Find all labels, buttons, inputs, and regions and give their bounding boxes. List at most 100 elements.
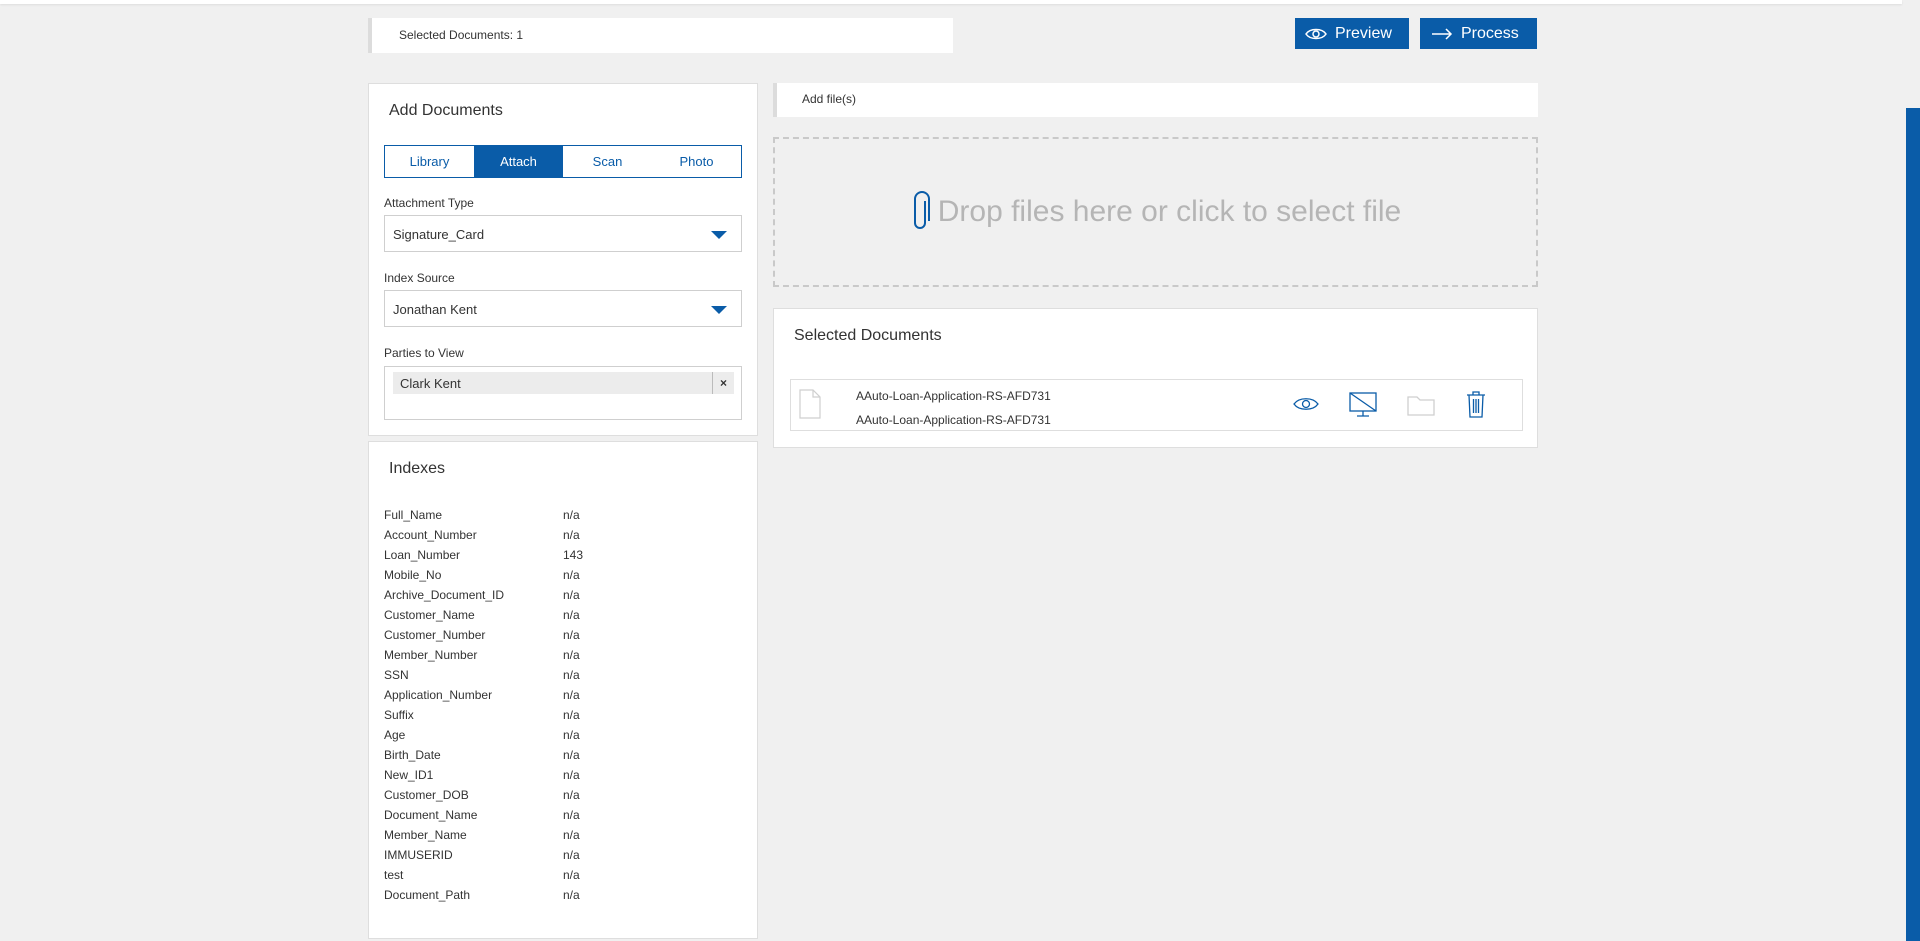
index-value: n/a: [563, 788, 580, 802]
file-icon: [799, 389, 821, 419]
add-documents-panel: Add Documents Library Attach Scan Photo …: [368, 83, 758, 436]
preview-button[interactable]: Preview: [1295, 18, 1409, 49]
source-tabs: Library Attach Scan Photo: [384, 145, 742, 178]
index-value: n/a: [563, 568, 580, 582]
index-key: Document_Path: [384, 888, 471, 902]
top-bar: [0, 0, 1902, 4]
index-key: IMMUSERID: [384, 848, 453, 862]
index-value: n/a: [563, 708, 580, 722]
indexes-panel: Indexes Full_Name n/a Account_Number n/a Loa…: [368, 441, 758, 939]
index-key: New_ID1: [384, 768, 434, 782]
file-drop-zone[interactable]: Drop files here or click to select file: [773, 137, 1538, 287]
tab-photo[interactable]: Photo: [652, 146, 741, 177]
index-source-select[interactable]: Jonathan Kent: [384, 290, 742, 327]
right-scroll-bar[interactable]: [1906, 108, 1920, 941]
index-value: n/a: [563, 808, 580, 822]
index-row: Document_Path n/a: [384, 888, 580, 904]
selected-documents-panel: Selected Documents AAuto-Loan-Applicatio…: [773, 308, 1538, 448]
index-row: Document_Name n/a: [384, 808, 580, 824]
attachment-type-label: Attachment Type: [384, 196, 474, 210]
folder-icon[interactable]: [1407, 394, 1435, 416]
eye-icon[interactable]: [1293, 396, 1319, 412]
index-row: Application_Number n/a: [384, 688, 580, 704]
chevron-down-icon: [711, 306, 727, 314]
index-key: Customer_DOB: [384, 788, 469, 802]
preview-label: Preview: [1335, 24, 1392, 42]
monitor-off-icon[interactable]: [1349, 392, 1377, 418]
index-key: test: [384, 868, 404, 882]
selected-count: Selected Documents: 1: [368, 18, 953, 53]
index-value: n/a: [563, 528, 580, 542]
attachment-type-select[interactable]: Signature_Card: [384, 215, 742, 252]
index-value: n/a: [563, 628, 580, 642]
chevron-down-icon: [711, 231, 727, 239]
index-value: n/a: [563, 688, 580, 702]
chip-remove-button[interactable]: ×: [712, 372, 734, 394]
index-value: n/a: [563, 728, 580, 742]
index-row: Age n/a: [384, 728, 580, 744]
index-row: SSN n/a: [384, 668, 580, 684]
process-button[interactable]: Process: [1420, 18, 1537, 49]
index-key: Application_Number: [384, 688, 493, 702]
parties-to-view-field[interactable]: Clark Kent ×: [384, 366, 742, 420]
arrow-right-icon: [1432, 27, 1453, 40]
index-key: Account_Number: [384, 528, 477, 542]
tab-scan[interactable]: Scan: [563, 146, 652, 177]
index-row: Account_Number n/a: [384, 528, 580, 544]
index-row: Archive_Document_ID n/a: [384, 588, 580, 604]
index-row: test n/a: [384, 868, 580, 884]
index-key: Age: [384, 728, 406, 742]
index-row: Full_Name n/a: [384, 508, 580, 524]
index-row: Loan_Number 143: [384, 548, 583, 564]
index-row: IMMUSERID n/a: [384, 848, 580, 864]
indexes-title: Indexes: [389, 460, 446, 477]
tab-attach[interactable]: Attach: [474, 146, 563, 177]
index-source-label: Index Source: [384, 271, 455, 285]
index-key: Member_Number: [384, 648, 478, 662]
process-label: Process: [1461, 24, 1519, 42]
attachment-type-value: Signature_Card: [393, 227, 485, 242]
index-source-value: Jonathan Kent: [393, 302, 477, 317]
index-key: Archive_Document_ID: [384, 588, 505, 602]
index-value: n/a: [563, 668, 580, 682]
index-key: Customer_Name: [384, 608, 475, 622]
document-name: AAuto-Loan-Application-RS-AFD731: [856, 389, 1051, 403]
index-value: n/a: [563, 608, 580, 622]
document-row[interactable]: AAuto-Loan-Application-RS-AFD731 AAuto-L…: [790, 379, 1523, 431]
index-row: Member_Name n/a: [384, 828, 580, 844]
index-value: n/a: [563, 508, 580, 522]
index-key: Full_Name: [384, 508, 443, 522]
index-row: Customer_Number n/a: [384, 628, 580, 644]
add-files-bar[interactable]: Add file(s): [773, 83, 1538, 117]
index-key: Birth_Date: [384, 748, 441, 762]
index-key: Suffix: [384, 708, 414, 722]
tab-library[interactable]: Library: [385, 146, 474, 177]
add-documents-title: Add Documents: [389, 102, 503, 119]
index-key: Customer_Number: [384, 628, 486, 642]
selected-documents-title: Selected Documents: [794, 327, 942, 344]
index-key: Document_Name: [384, 808, 478, 822]
parties-to-view-label: Parties to View: [384, 346, 464, 360]
index-value: n/a: [563, 868, 580, 882]
index-value: n/a: [563, 648, 580, 662]
index-value: 143: [563, 548, 584, 562]
index-key: Member_Name: [384, 828, 467, 842]
index-key: Loan_Number: [384, 548, 461, 562]
index-value: n/a: [563, 848, 580, 862]
index-row: Customer_DOB n/a: [384, 788, 580, 804]
trash-icon[interactable]: [1466, 390, 1486, 418]
index-row: Mobile_No n/a: [384, 568, 580, 584]
index-row: New_ID1 n/a: [384, 768, 580, 784]
index-value: n/a: [563, 828, 580, 842]
index-key: Mobile_No: [384, 568, 442, 582]
index-key: SSN: [384, 668, 409, 682]
index-row: Birth_Date n/a: [384, 748, 580, 764]
index-value: n/a: [563, 888, 580, 902]
index-row: Suffix n/a: [384, 708, 580, 724]
index-value: n/a: [563, 768, 580, 782]
drop-zone-text: Drop files here or click to select file: [937, 195, 1402, 228]
paperclip-icon: [913, 191, 930, 229]
index-value: n/a: [563, 748, 580, 762]
party-chip: Clark Kent ×: [393, 372, 734, 394]
index-row: Member_Number n/a: [384, 648, 580, 664]
